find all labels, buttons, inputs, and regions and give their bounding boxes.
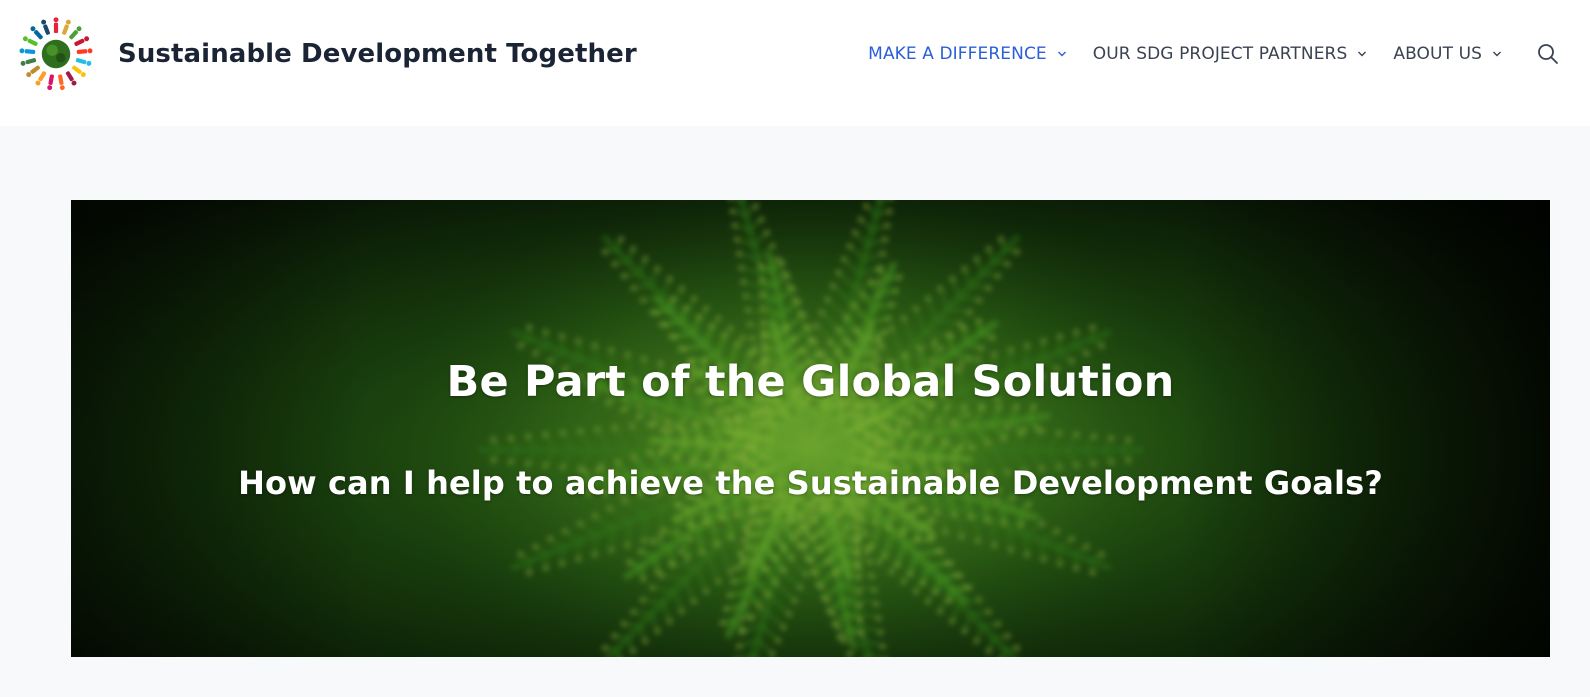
main-navigation: MAKE A DIFFERENCE OUR SDG PROJECT PARTNE…: [868, 40, 1590, 68]
nav-item-about-us[interactable]: ABOUT US: [1393, 44, 1502, 64]
nav-item-label[interactable]: MAKE A DIFFERENCE: [868, 44, 1047, 64]
nav-item-our-sdg-project-partners[interactable]: OUR SDG PROJECT PARTNERS: [1093, 44, 1368, 64]
nav-item-label[interactable]: ABOUT US: [1393, 44, 1482, 64]
site-header: Sustainable Development Together MAKE A …: [0, 0, 1590, 126]
site-brand-link[interactable]: Sustainable Development Together: [18, 16, 637, 92]
hero-title: Be Part of the Global Solution: [446, 357, 1175, 407]
hero-banner: Be Part of the Global Solution How can I…: [71, 200, 1550, 657]
search-button[interactable]: [1536, 42, 1560, 66]
chevron-down-icon[interactable]: [1492, 49, 1502, 59]
site-title[interactable]: Sustainable Development Together: [118, 39, 637, 69]
chevron-down-icon[interactable]: [1357, 49, 1367, 59]
hero-background-image: [71, 200, 1550, 657]
logo-globe-shadow: [56, 53, 66, 63]
logo-globe-highlight: [46, 44, 58, 56]
hero-subtitle: How can I help to achieve the Sustainabl…: [238, 464, 1383, 502]
nav-item-label[interactable]: OUR SDG PROJECT PARTNERS: [1093, 44, 1348, 64]
nav-item-make-a-difference[interactable]: MAKE A DIFFERENCE: [868, 44, 1067, 64]
chevron-down-icon[interactable]: [1057, 49, 1067, 59]
search-icon[interactable]: [1537, 43, 1559, 65]
sdg-wheel-logo-icon[interactable]: [18, 16, 94, 92]
